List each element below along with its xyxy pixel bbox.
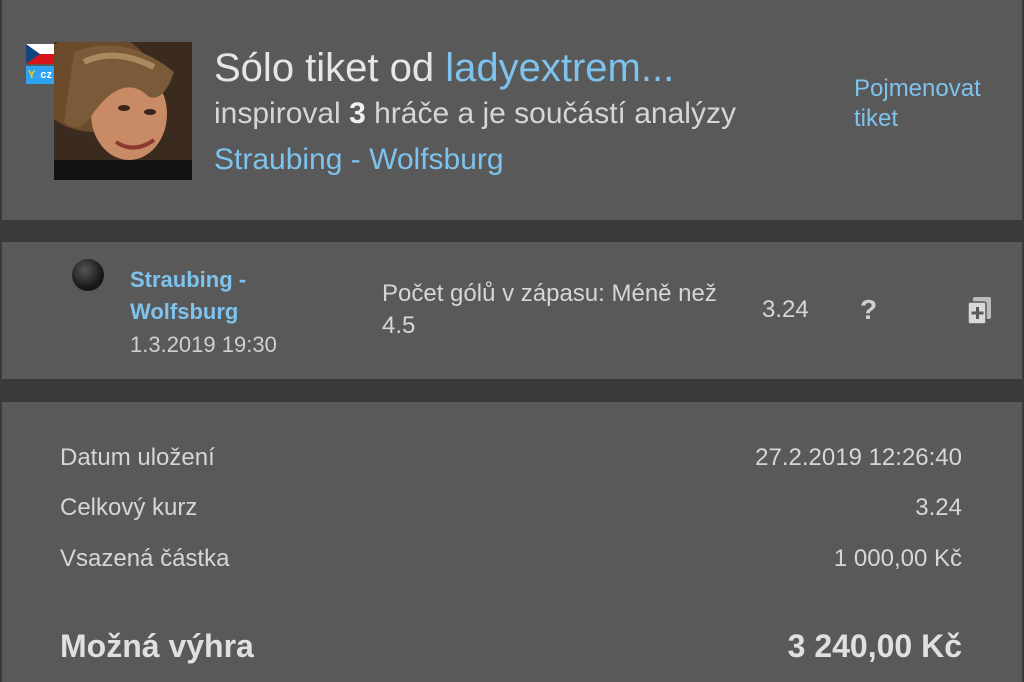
possible-win-label: Možná výhra <box>60 628 254 664</box>
country-flag: Ycz <box>26 44 54 88</box>
ticket-summary: Datum uložení 27.2.2019 12:26:40 Celkový… <box>2 402 1022 682</box>
status-dot-icon <box>72 259 104 291</box>
czech-flag-icon <box>26 44 54 64</box>
inspired-count: 3 <box>349 97 366 130</box>
match-link[interactable]: Straubing - Wolfsburg <box>214 140 504 180</box>
saved-date-value: 27.2.2019 12:26:40 <box>755 444 962 471</box>
total-odds-label: Celkový kurz <box>60 494 198 521</box>
bet-match-link[interactable]: Straubing - Wolfsburg <box>130 264 320 328</box>
stake-value: 1 000,00 Kč <box>833 545 962 572</box>
stake-label: Vsazená částka <box>60 545 230 572</box>
username-link[interactable]: ladyextrem... <box>445 46 674 90</box>
possible-win-value: 3 240,00 Kč <box>787 628 962 664</box>
bet-odds: 3.24 <box>762 296 809 323</box>
site-badge-icon: Ycz <box>26 66 54 84</box>
user-avatar[interactable] <box>54 42 192 180</box>
saved-date-label: Datum uložení <box>60 444 215 471</box>
title-prefix: Sólo tiket od <box>214 46 446 90</box>
bet-row: Straubing - Wolfsburg 1.3.2019 19:30 Poč… <box>2 242 1022 379</box>
inspired-text: inspiroval 3 hráče a je součástí analýzy <box>214 97 736 130</box>
bet-description: Počet gólů v zápasu: Méně než 4.5 <box>382 280 717 339</box>
ticket-header: Ycz Sólo tiket od ladyextrem... inspirov… <box>2 0 1022 220</box>
total-odds-value: 3.24 <box>915 494 962 521</box>
add-to-ticket-icon[interactable] <box>966 296 994 326</box>
question-icon[interactable]: ? <box>860 294 877 326</box>
bet-date: 1.3.2019 19:30 <box>130 332 277 357</box>
rename-ticket-link[interactable]: Pojmenovat tiket <box>854 74 1014 134</box>
ticket-title: Sólo tiket od ladyextrem... <box>214 42 674 94</box>
